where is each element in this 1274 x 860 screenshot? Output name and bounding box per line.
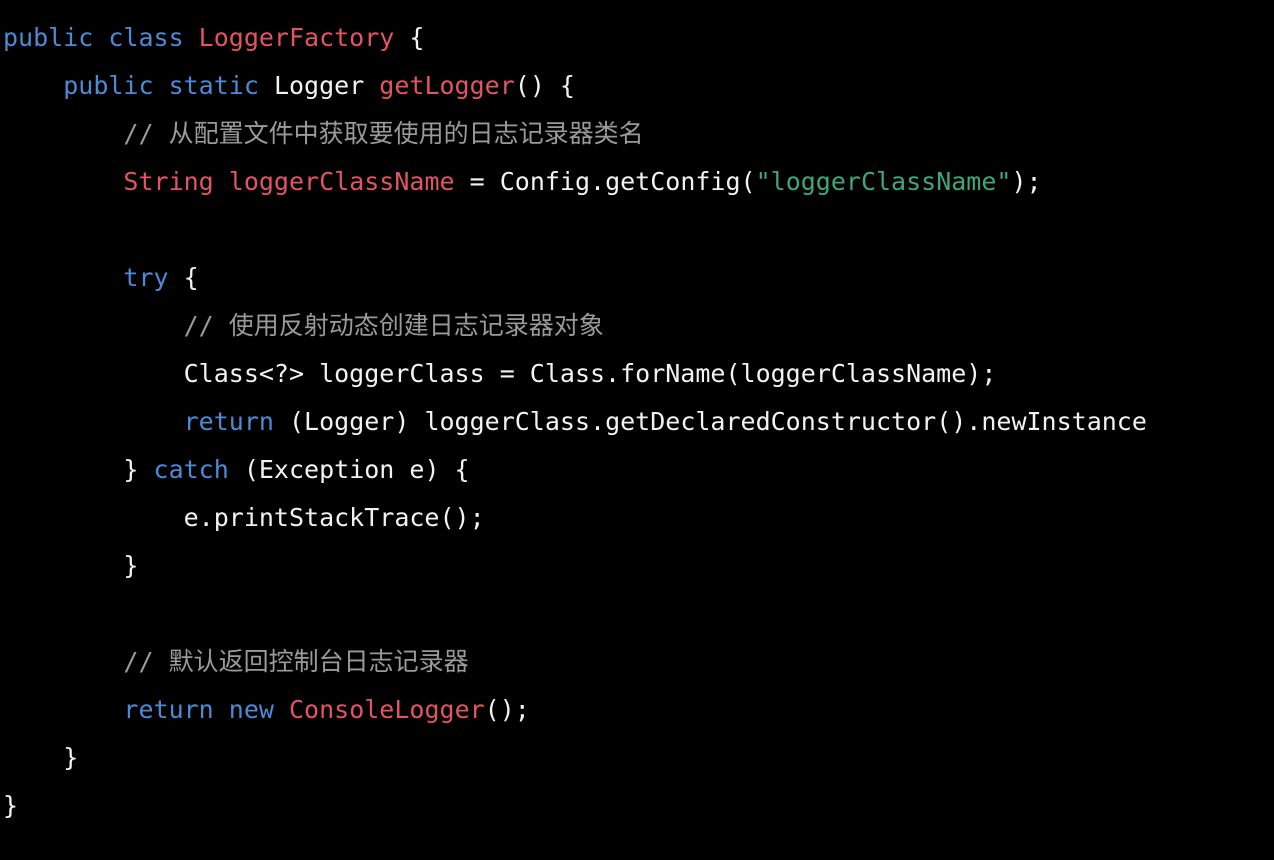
code-line: Class<?> loggerClass = Class.forName(log… [3, 350, 997, 398]
code-token-plain: (Exception e) { [228, 455, 470, 484]
code-token-comment: // 使用反射动态创建日志记录器对象 [3, 311, 604, 340]
code-token-comment: // 从配置文件中获取要使用的日志记录器类名 [3, 119, 644, 148]
code-token-identifier: getLogger [379, 71, 515, 100]
code-token-plain: = Config.getConfig( [454, 167, 756, 196]
code-token-plain: { [168, 263, 199, 292]
code-line: // 从配置文件中获取要使用的日志记录器类名 [3, 110, 644, 158]
code-token-plain: Logger [273, 71, 380, 100]
code-token-keyword: try [123, 263, 169, 292]
code-token-plain: e.printStackTrace(); [3, 503, 485, 532]
code-line: // 使用反射动态创建日志记录器对象 [3, 302, 604, 350]
code-token-plain: (); [484, 695, 530, 724]
code-line: return new ConsoleLogger(); [3, 686, 530, 734]
code-token-keyword: public static [63, 71, 274, 100]
code-token-plain: Class<?> loggerClass = Class.forName(log… [3, 359, 997, 388]
code-token-keyword: public class [3, 23, 199, 52]
code-token-keyword: catch [153, 455, 229, 484]
code-token-plain: ); [1011, 167, 1042, 196]
code-token-keyword: return [183, 407, 274, 436]
code-token-plain: () { [514, 71, 575, 100]
code-line: try { [3, 254, 199, 302]
code-token-plain: (Logger) loggerClass.getDeclaredConstruc… [273, 407, 1147, 436]
code-token-keyword: return new [123, 695, 289, 724]
code-token-comment: // 默认返回控制台日志记录器 [3, 647, 469, 676]
code-line: public class LoggerFactory { [3, 14, 424, 62]
code-line: } [3, 542, 138, 590]
code-line: } catch (Exception e) { [3, 446, 470, 494]
code-token-plain: } [3, 455, 154, 484]
code-line: } [3, 734, 78, 782]
code-token-plain: } [3, 791, 19, 820]
code-token-identifier: LoggerFactory [198, 23, 395, 52]
code-token-identifier: String loggerClassName [123, 167, 455, 196]
code-line: public static Logger getLogger() { [3, 62, 575, 110]
code-view: public class LoggerFactory { public stat… [0, 0, 1274, 860]
code-token-plain: } [3, 743, 79, 772]
code-line: String loggerClassName = Config.getConfi… [3, 158, 1042, 206]
code-line: e.printStackTrace(); [3, 494, 485, 542]
code-token-string: "loggerClassName" [755, 167, 1012, 196]
code-token-identifier: ConsoleLogger [289, 695, 485, 724]
code-line: } [3, 782, 18, 830]
code-token-plain: } [3, 551, 139, 580]
code-line: // 默认返回控制台日志记录器 [3, 638, 469, 686]
code-token-plain: { [394, 23, 425, 52]
code-line: return (Logger) loggerClass.getDeclaredC… [3, 398, 1147, 446]
